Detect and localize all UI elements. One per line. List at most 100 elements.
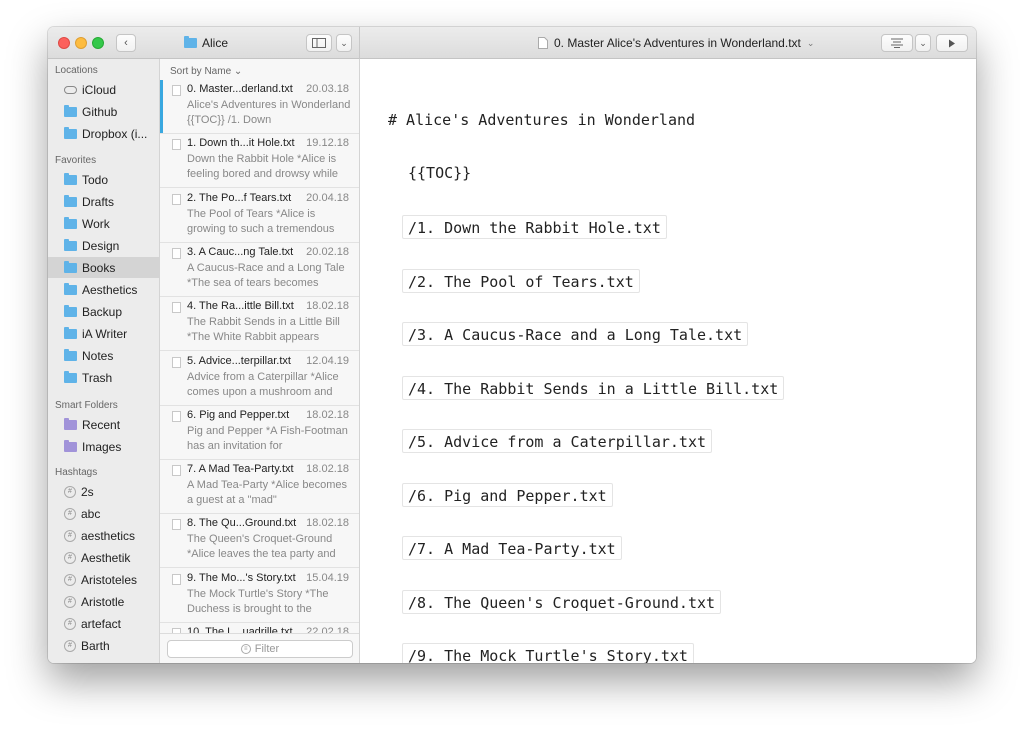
back-button[interactable]: ‹ [116, 34, 136, 52]
file-link[interactable]: /8. The Queen's Croquet-Ground.txt [402, 589, 722, 614]
document-icon [172, 519, 181, 531]
sidebar-item-label: Design [82, 238, 120, 253]
toggle-sidebar-button[interactable] [306, 34, 332, 52]
folder-icon [64, 370, 77, 383]
sidebar-item[interactable]: # Aesthetik [48, 547, 159, 568]
sidebar-item[interactable]: # abc [48, 503, 159, 524]
file-list-item[interactable]: 0. Master...derland.txt 20.03.18 Alice's A… [160, 80, 359, 134]
file-preview: Pig and Pepper *A Fish-Footman has an in… [187, 424, 348, 452]
sidebar-item[interactable]: # aesthetics [48, 525, 159, 546]
folder-icon [64, 216, 77, 229]
file-link[interactable]: /5. Advice from a Caterpillar.txt [402, 429, 713, 453]
sidebar-item-label: Notes [82, 348, 114, 363]
file-list-item[interactable]: 6. Pig and Pepper.txt 18.02.18 Pig and Pep… [160, 406, 359, 460]
outline-button[interactable] [881, 34, 913, 52]
chevron-down-icon: ⌄ [806, 37, 815, 48]
hashtag-icon: # [64, 573, 76, 586]
sidebar-item[interactable]: iCloud [48, 79, 159, 100]
document-icon [172, 302, 181, 314]
file-link[interactable]: /3. A Caucus-Race and a Long Tale.txt [402, 322, 749, 346]
sidebar-item[interactable]: Github [48, 101, 159, 122]
file-list-item[interactable]: 4. The Ra...ittle Bill.txt 18.02.18 The Ra… [160, 297, 359, 352]
sidebar-item-label: 2s [81, 484, 94, 499]
sidebar-item[interactable]: Notes [48, 345, 159, 366]
file-preview: The Mock Turtle's Story *The Duchess is … [187, 587, 329, 615]
folder-icon [64, 304, 77, 317]
sidebar-item[interactable]: Recent [48, 414, 159, 435]
document-heading[interactable]: # Alice's Adventures in Wonderland [388, 111, 695, 129]
sidebar-item[interactable]: Images [48, 436, 159, 457]
zoom-window-button[interactable] [92, 37, 104, 49]
editor[interactable]: # Alice's Adventures in Wonderland {{TOC… [360, 59, 976, 663]
file-date: 18.02.18 [306, 300, 349, 313]
sidebar-item-label: Aristotle [81, 594, 125, 609]
filter-icon: ≡ [240, 644, 251, 654]
sidebar-item[interactable]: Books [48, 257, 159, 278]
filter-input[interactable]: ≡ Filter [167, 640, 353, 658]
sidebar-item-label: Aesthetik [81, 550, 131, 565]
outline-options-button[interactable]: ⌄ [915, 34, 931, 52]
sidebar-item-label: Images [82, 439, 122, 454]
file-preview: A Mad Tea-Party *Alice becomes a guest a… [187, 479, 347, 507]
file-list-item[interactable]: 1. Down th...it Hole.txt 19.12.18 Down the… [160, 134, 359, 189]
sidebar-options-button[interactable]: ⌄ [336, 34, 352, 52]
sidebar-item[interactable]: # Barth [48, 635, 159, 656]
section-heading: Hashtags [55, 467, 98, 478]
folder-icon [184, 36, 197, 48]
file-list-item[interactable]: 8. The Qu...Ground.txt 18.02.18 The Queen'… [160, 514, 359, 569]
file-link[interactable]: /4. The Rabbit Sends in a Little Bill.tx… [402, 375, 785, 400]
sidebar-item[interactable]: Trash [48, 367, 159, 388]
sidebar-item-label: Drafts [82, 194, 115, 209]
file-preview: The Queen's Croquet-Ground *Alice leaves… [187, 533, 336, 561]
folder-icon [64, 260, 77, 273]
close-window-button[interactable] [58, 37, 70, 49]
preview-button[interactable] [936, 34, 968, 52]
file-link[interactable]: /9. The Mock Turtle's Story.txt [402, 643, 694, 663]
sidebar-item[interactable]: # Aristoteles [48, 569, 159, 590]
minimize-window-button[interactable] [75, 37, 87, 49]
folder-icon [64, 194, 77, 207]
sidebar-item-label: Dropbox (i... [82, 126, 148, 141]
sidebar-item-label: Github [82, 104, 118, 119]
filter-bar: ≡ Filter [160, 633, 359, 663]
sidebar-icon [312, 38, 326, 48]
file-list-item[interactable]: 2. The Po...f Tears.txt 20.04.18 The Pool … [160, 189, 359, 243]
file-link[interactable]: /6. Pig and Pepper.txt [402, 482, 613, 507]
file-list-item[interactable]: 7. A Mad Tea-Party.txt 18.02.18 A Mad Tea-… [160, 460, 359, 515]
file-preview: A Caucus-Race and a Long Tale *The sea o… [187, 261, 345, 289]
app-window: ‹ Alice ⌄ 0. Master Alice's Adventures i… [48, 27, 976, 663]
sidebar-item[interactable]: iA Writer [48, 323, 159, 344]
file-list-item[interactable]: 3. A Cauc...ng Tale.txt 20.02.18 A Caucus-… [160, 243, 359, 297]
sidebar-item[interactable]: Todo [48, 169, 159, 190]
file-link[interactable]: /1. Down the Rabbit Hole.txt [402, 215, 667, 239]
file-list-item[interactable]: 5. Advice...terpillar.txt 12.04.19 Advice … [160, 352, 359, 406]
sidebar-item[interactable]: Backup [48, 301, 159, 322]
filter-placeholder: Filter [254, 643, 280, 655]
hashtag-icon: # [64, 485, 76, 498]
play-icon [949, 39, 955, 47]
file-date: 18.02.18 [306, 517, 349, 530]
sidebar-item-label: abc [81, 506, 101, 521]
section-heading: Smart Folders [55, 400, 118, 411]
file-preview: Alice's Adventures in Wonderland {{TOC}}… [187, 99, 351, 126]
file-preview: Advice from a Caterpillar *Alice comes u… [187, 370, 339, 398]
sidebar-item[interactable]: Work [48, 213, 159, 234]
file-date: 20.03.18 [306, 83, 349, 95]
list-icon [891, 38, 903, 48]
sidebar-item[interactable]: Drafts [48, 191, 159, 212]
file-list-item[interactable]: 9. The Mo...'s Story.txt 15.04.19 The Mock… [160, 569, 359, 623]
sidebar-item[interactable]: Design [48, 235, 159, 256]
sidebar-item[interactable]: Aesthetics [48, 279, 159, 300]
sidebar-item[interactable]: # artefact [48, 613, 159, 634]
document-icon [172, 410, 181, 422]
sidebar-item[interactable]: #2s [48, 481, 159, 502]
document-title[interactable]: 0. Master Alice's Adventures in Wonderla… [538, 36, 814, 50]
file-link[interactable]: /7. A Mad Tea-Party.txt [402, 536, 622, 560]
file-link[interactable]: /2. The Pool of Tears.txt [402, 268, 640, 293]
sort-by-menu[interactable]: Sort by Name ⌄ [170, 66, 242, 77]
sidebar-item-label: Aesthetics [82, 282, 138, 297]
folder-icon [64, 326, 77, 339]
sidebar-item[interactable]: Dropbox (i... [48, 123, 159, 144]
sidebar-item[interactable]: # Aristotle [48, 591, 159, 612]
toc-tag[interactable]: {{TOC}} [408, 164, 471, 182]
